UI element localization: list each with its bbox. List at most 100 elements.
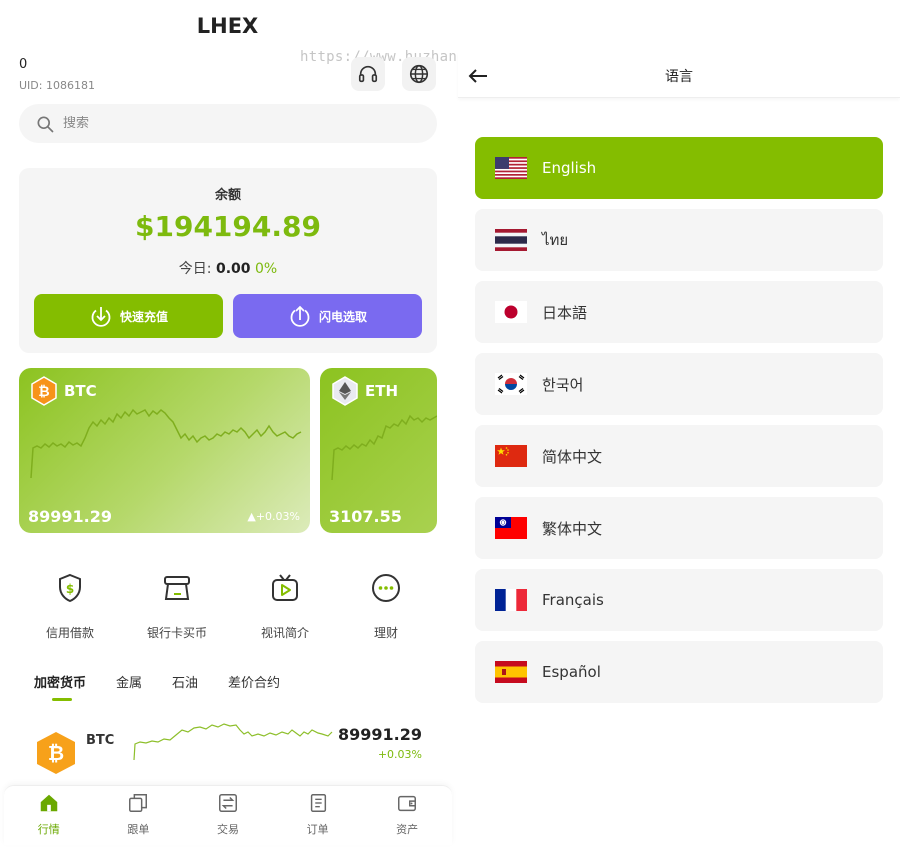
- tab-crypto[interactable]: 加密货币: [34, 672, 86, 701]
- quick-wealth[interactable]: 理财: [336, 572, 436, 641]
- kr-flag-icon: [495, 373, 527, 395]
- quick-action-label: 理财: [373, 626, 398, 640]
- balance-card: 余额 $194194.89 今日: 0.00 0% 快速充值 闪电选取: [19, 168, 437, 353]
- nav-orders[interactable]: 订单: [273, 786, 363, 845]
- language-item-french[interactable]: Français: [475, 569, 883, 631]
- home-screen: LHEX https://www.huzhan.com/ishop41234 0…: [0, 0, 588, 850]
- coin-card-change: ▲+0.03%: [247, 510, 300, 523]
- nav-label: 跟单: [127, 823, 150, 836]
- user-balance: 0: [19, 57, 28, 72]
- language-label: 日本語: [542, 303, 588, 322]
- nav-copy-trade[interactable]: 跟单: [94, 786, 184, 845]
- coin-card-price: 3107.55: [329, 507, 402, 526]
- market-tabs: 加密货币 金属 石油 差价合约: [34, 672, 310, 701]
- language-label: English: [542, 159, 597, 177]
- document-icon: [310, 794, 326, 812]
- nav-assets[interactable]: 资产: [362, 786, 452, 845]
- tab-cfd[interactable]: 差价合约: [228, 672, 280, 701]
- deposit-label: 快速充值: [119, 309, 168, 324]
- deposit-button[interactable]: 快速充值: [34, 294, 223, 338]
- app-title: LHEX: [196, 14, 259, 38]
- globe-icon: [409, 64, 429, 84]
- cn-flag-icon: [495, 445, 527, 467]
- tab-metals[interactable]: 金属: [116, 672, 142, 701]
- copy-icon: [129, 794, 148, 812]
- nav-trade[interactable]: 交易: [183, 786, 273, 845]
- nav-label: 订单: [306, 823, 329, 836]
- today-pnl: 今日: 0.00 0%: [19, 258, 437, 278]
- language-label: 简体中文: [542, 447, 603, 466]
- language-button[interactable]: [402, 57, 436, 91]
- language-label: Español: [542, 663, 601, 681]
- language-item-korean[interactable]: 한국어: [475, 353, 883, 415]
- market-row-name: BTC: [86, 733, 115, 748]
- language-screen: 语言 English ไทย 日本語 한국어 简体中文 繁体中文 Françai…: [458, 0, 900, 850]
- language-item-traditional-chinese[interactable]: 繁体中文: [475, 497, 883, 559]
- quick-credit-loan[interactable]: $ 信用借款: [20, 572, 120, 641]
- nav-label: 交易: [216, 823, 239, 836]
- headphones-icon: [358, 65, 378, 83]
- bitcoin-icon: ₿: [37, 732, 75, 774]
- download-circle-icon: [91, 307, 111, 327]
- shield-dollar-icon: $: [59, 573, 81, 603]
- balance-amount: $194194.89: [135, 210, 321, 243]
- jp-flag-icon: [495, 301, 527, 323]
- nav-label: 资产: [396, 823, 419, 836]
- market-row-btc[interactable]: ₿ BTC 89991.29 +0.03%: [34, 718, 426, 780]
- svg-text:₿: ₿: [48, 741, 64, 765]
- quick-action-label: 信用借款: [45, 626, 94, 640]
- us-flag-icon: [495, 157, 527, 179]
- quick-bank-card[interactable]: 银行卡买币: [127, 572, 227, 641]
- th-flag-icon: [495, 229, 527, 251]
- language-item-spanish[interactable]: Español: [475, 641, 883, 703]
- eth-sparkline: [331, 414, 437, 481]
- fr-flag-icon: [495, 589, 527, 611]
- language-item-japanese[interactable]: 日本語: [475, 281, 883, 343]
- language-label: ไทย: [542, 231, 569, 249]
- es-flag-icon: [495, 661, 527, 683]
- withdraw-button[interactable]: 闪电选取: [233, 294, 422, 338]
- coin-card-eth[interactable]: ETH 3107.55: [320, 368, 437, 533]
- search-icon: [37, 116, 54, 132]
- app-stage: LHEX https://www.huzhan.com/ishop41234 0…: [0, 0, 900, 850]
- today-percent: 0%: [254, 261, 278, 277]
- btc-sparkline: [30, 408, 302, 479]
- tab-oil[interactable]: 石油: [172, 672, 198, 701]
- market-row-change: +0.03%: [377, 748, 422, 761]
- market-row-sparkline: [133, 723, 333, 761]
- language-label: 繁体中文: [542, 519, 603, 538]
- withdraw-label: 闪电选取: [318, 309, 367, 324]
- tw-flag-icon: [495, 517, 527, 539]
- language-header: 语言: [458, 52, 900, 98]
- nav-market[interactable]: 行情: [4, 786, 94, 845]
- wallet-icon: [398, 795, 417, 812]
- language-item-simplified-chinese[interactable]: 简体中文: [475, 425, 883, 487]
- quick-action-label: 视讯简介: [260, 626, 309, 640]
- support-button[interactable]: [351, 57, 385, 91]
- upload-circle-icon: [290, 305, 310, 327]
- nav-label: 行情: [37, 823, 60, 836]
- language-item-english[interactable]: English: [475, 137, 883, 199]
- home-icon: [40, 794, 58, 812]
- svg-text:$: $: [66, 582, 74, 596]
- search-bar[interactable]: [19, 104, 437, 143]
- coin-card-btc[interactable]: ₿ BTC 89991.29 ▲+0.03%: [19, 368, 310, 533]
- more-dots-icon: [372, 574, 400, 602]
- video-play-icon: [272, 574, 298, 601]
- coin-card-price: 89991.29: [28, 507, 113, 526]
- today-value: 0.00: [215, 261, 251, 277]
- search-input[interactable]: [63, 116, 363, 131]
- quick-action-label: 银行卡买币: [146, 626, 207, 640]
- page-title: 语言: [665, 69, 693, 85]
- card-terminal-icon: [164, 576, 190, 600]
- user-uid: UID: 1086181: [19, 79, 95, 92]
- exchange-icon: [219, 794, 237, 812]
- bottom-nav: 行情 跟单 交易 订单 资产: [4, 785, 452, 845]
- language-label: 한국어: [542, 375, 584, 394]
- today-label: 今日:: [178, 261, 212, 277]
- market-row-price: 89991.29: [337, 725, 422, 744]
- quick-video-intro[interactable]: 视讯简介: [235, 572, 335, 641]
- language-item-thai[interactable]: ไทย: [475, 209, 883, 271]
- language-label: Français: [542, 591, 604, 609]
- balance-label: 余额: [214, 188, 241, 203]
